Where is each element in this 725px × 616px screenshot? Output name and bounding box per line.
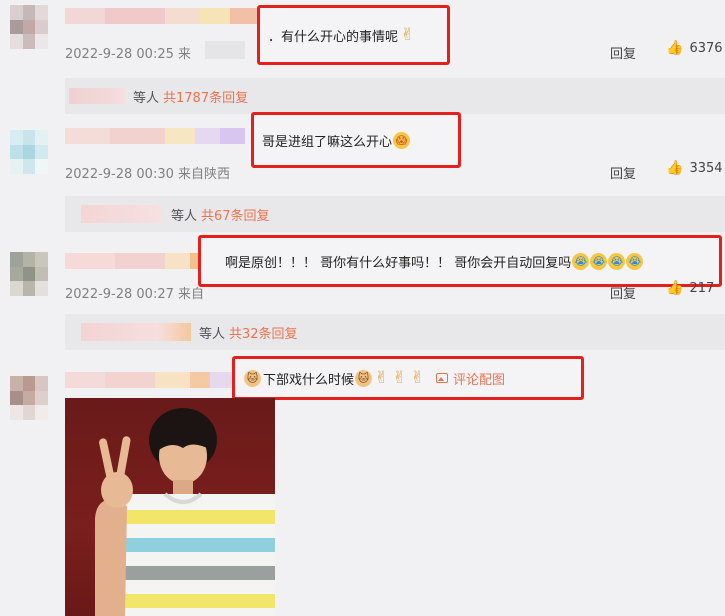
- highlighted-comment-text: 🐱 下部戏什么时候 🐱 ✌ ✌ ✌ 评论配图: [232, 356, 584, 400]
- victory-hand-icon: ✌: [400, 24, 415, 45]
- reply-thread-prefix: 等人: [171, 208, 198, 224]
- like-button[interactable]: 👍 6376: [666, 40, 723, 56]
- reply-button[interactable]: 回复: [610, 163, 636, 182]
- crying-face-icon: 😭: [572, 252, 590, 270]
- image-icon: [436, 373, 449, 383]
- comment-time: 2022-9-28 00:30 来自陕西: [65, 167, 231, 182]
- cat-face-icon: 🐱: [244, 369, 261, 387]
- victory-hand-icon: ✌: [392, 367, 407, 388]
- crying-face-icon: 😭: [608, 252, 626, 270]
- comment-text: 哥是进组了嘛这么开心: [262, 134, 393, 150]
- avatar[interactable]: [10, 252, 48, 296]
- highlighted-comment-text: ．有什么开心的事情呢 ✌: [257, 5, 450, 65]
- comment-text: ．有什么开心的事情呢: [268, 29, 399, 45]
- blurred-location: [205, 41, 245, 59]
- highlighted-comment-text: 啊是原创！！！ 哥你有什么好事吗！！ 哥你会开自动回复吗 😭 😭 😭 😭: [198, 235, 722, 287]
- blurred-replier: [81, 205, 161, 223]
- highlighted-comment-text: 哥是进组了嘛这么开心 😱: [251, 112, 461, 168]
- username[interactable]: [65, 8, 260, 24]
- crying-face-icon: 😭: [590, 252, 608, 270]
- thumbs-up-icon: 👍: [666, 40, 684, 56]
- like-button[interactable]: 👍 3354: [666, 160, 723, 176]
- comment-image-link-label: 评论配图: [453, 372, 506, 388]
- reply-count-link[interactable]: 共32条回复: [229, 323, 298, 342]
- portrait-illustration: [95, 408, 275, 616]
- like-count: 6376: [689, 40, 723, 56]
- comment-time: 2022-9-28 00:25 来: [65, 47, 192, 62]
- cat-face-icon: 🐱: [355, 369, 373, 387]
- screaming-face-icon: 😱: [393, 131, 411, 149]
- reply-thread-bar[interactable]: 等人 共67条回复: [65, 196, 725, 232]
- reply-count-link[interactable]: 共67条回复: [201, 205, 270, 224]
- victory-hand-icon: ✌: [410, 367, 425, 388]
- reply-thread-prefix: 等人: [199, 326, 226, 342]
- thumbs-up-icon: 👍: [666, 280, 684, 296]
- like-button[interactable]: 👍 217: [666, 280, 714, 296]
- comment-text: 下部戏什么时候: [263, 372, 355, 388]
- thumbs-up-icon: 👍: [666, 160, 684, 176]
- reply-thread-bar[interactable]: 等人 共32条回复: [65, 314, 725, 350]
- reply-count-link[interactable]: 共1787条回复: [163, 87, 248, 106]
- comment-text: 啊是原创！！！ 哥你有什么好事吗！！ 哥你会开自动回复吗: [225, 255, 572, 271]
- blurred-replier: [81, 323, 191, 341]
- reply-button[interactable]: 回复: [610, 43, 636, 62]
- reply-thread-bar[interactable]: 等人 共1787条回复: [65, 78, 725, 114]
- like-count: 3354: [689, 160, 723, 176]
- username[interactable]: [65, 253, 215, 269]
- comment-attached-photo[interactable]: [65, 398, 275, 616]
- avatar[interactable]: [10, 5, 48, 49]
- avatar[interactable]: [10, 130, 48, 174]
- like-count: 217: [689, 280, 715, 296]
- victory-hand-icon: ✌: [374, 367, 389, 388]
- reply-thread-prefix: 等人: [133, 90, 160, 106]
- reply-button[interactable]: 回复: [610, 283, 636, 302]
- username[interactable]: [65, 372, 235, 388]
- avatar[interactable]: [10, 376, 48, 420]
- username[interactable]: [65, 128, 245, 144]
- comment-time: 2022-9-28 00:27 来自: [65, 287, 205, 302]
- comment-image-link[interactable]: 评论配图: [436, 369, 505, 388]
- crying-face-icon: 😭: [626, 252, 644, 270]
- blurred-replier: [69, 88, 125, 104]
